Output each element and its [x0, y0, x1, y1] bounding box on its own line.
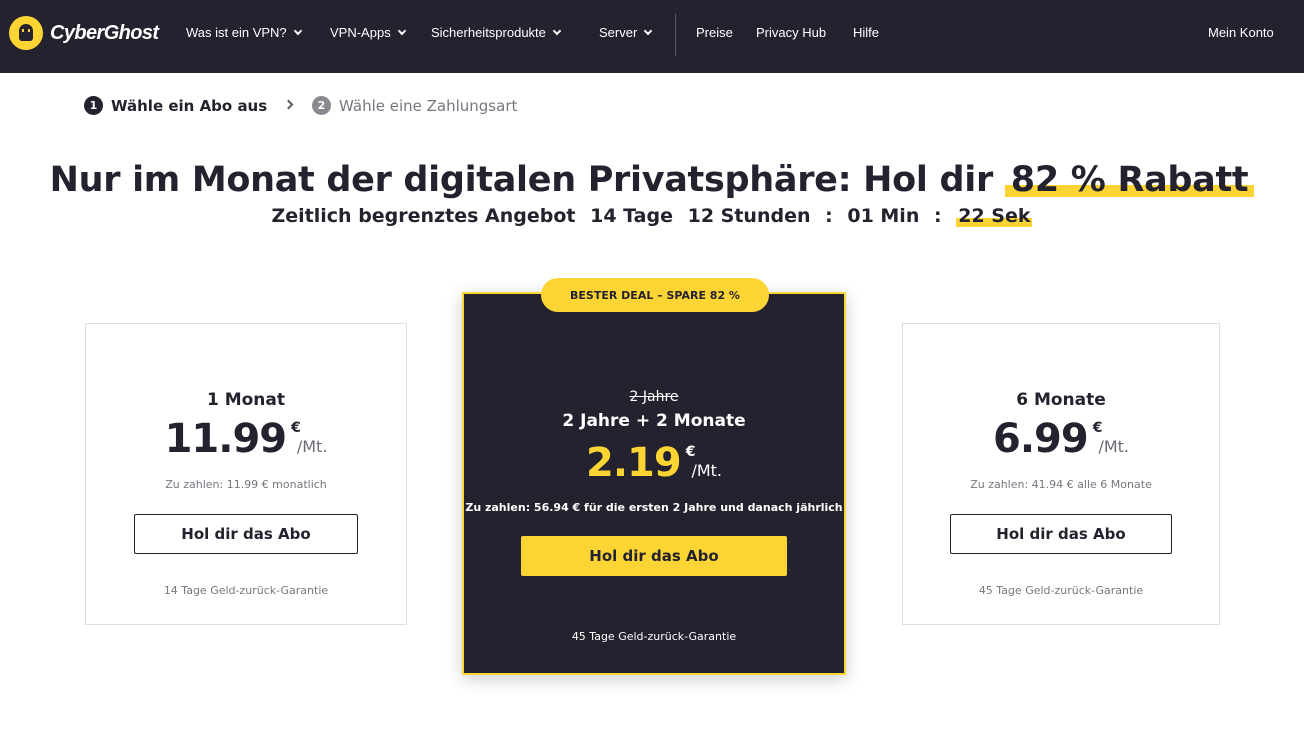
countdown-hours: 12 Stunden [687, 205, 811, 227]
pay-note: Zu zahlen: 11.99 € monatlich [165, 478, 327, 491]
countdown-separator: : [825, 205, 833, 227]
countdown-label: Zeitlich begrenztes Angebot [271, 205, 576, 227]
nav-item-security-products[interactable]: Sicherheitsprodukte [431, 24, 562, 42]
nav-item-my-account[interactable]: Mein Konto [1208, 24, 1274, 42]
step-number: 2 [312, 96, 331, 115]
plan-name: 6 Monate [1016, 390, 1106, 410]
plan-price: 6.99 €/Mt. [903, 416, 1219, 462]
countdown-timer: Zeitlich begrenztes Angebot 14 Tage 12 S… [0, 205, 1304, 227]
nav-item-server[interactable]: Server [599, 24, 653, 42]
ghost-logo-icon [9, 16, 43, 50]
price-amount: 2.19 [585, 440, 682, 486]
nav-divider [675, 14, 676, 56]
chevron-down-icon [644, 26, 653, 36]
best-deal-badge: BESTER DEAL – SPARE 82 % [541, 278, 769, 312]
nav-item-prices[interactable]: Preise [696, 24, 733, 42]
price-amount: 11.99 [164, 416, 288, 462]
old-plan-name: 2 Jahre [629, 389, 679, 405]
get-plan-button[interactable]: Hol dir das Abo [950, 514, 1172, 554]
step-label: Wähle ein Abo aus [111, 96, 268, 115]
headline-discount: 82 % Rabatt [1004, 160, 1255, 200]
logo-text: CyberGhost [50, 21, 159, 44]
countdown-days: 14 Tage [590, 205, 673, 227]
headline-text: Nur im Monat der digitalen Privatsphäre:… [49, 160, 994, 200]
plan-card-6-months: 6 Monate 6.99 €/Mt. Zu zahlen: 41.94 € al… [902, 323, 1220, 625]
step-number: 1 [84, 96, 103, 115]
plan-card-1-month: 1 Monat 11.99 €/Mt. Zu zahlen: 11.99 € mo… [85, 323, 407, 625]
step-choose-plan: 1 Wähle ein Abo aus [84, 96, 267, 115]
money-back-guarantee: 14 Tage Geld-zurück-Garantie [163, 584, 329, 597]
top-navigation: CyberGhost Was ist ein VPN? VPN-Apps Sic… [0, 0, 1304, 73]
money-back-guarantee: 45 Tage Geld-zurück-Garantie [978, 584, 1144, 597]
price-period: /Mt. [691, 461, 722, 480]
nav-item-label: VPN-Apps [330, 25, 391, 40]
get-plan-button[interactable]: Hol dir das Abo [134, 514, 358, 554]
countdown-separator: : [933, 205, 942, 227]
nav-item-label: Was ist ein VPN? [186, 25, 287, 40]
nav-item-privacy-hub[interactable]: Privacy Hub [756, 24, 826, 42]
countdown-seconds: 22 Sek [956, 205, 1033, 227]
price-period: /Mt. [1098, 437, 1129, 456]
chevron-down-icon [397, 26, 406, 36]
plan-name: 2 Jahre + 2 Monate [562, 411, 746, 431]
plan-name: 1 Monat [206, 390, 286, 410]
price-currency: € [685, 444, 696, 460]
plan-price: 11.99 €/Mt. [86, 416, 406, 462]
price-currency: € [1092, 420, 1103, 436]
step-label: Wähle eine Zahlungsart [339, 96, 518, 115]
price-currency: € [291, 420, 301, 436]
get-plan-button[interactable]: Hol dir das Abo [521, 536, 787, 576]
countdown-minutes: 01 Min [847, 205, 920, 227]
chevron-right-icon [283, 99, 294, 110]
nav-item-vpn-apps[interactable]: VPN-Apps [330, 24, 406, 42]
nav-item-what-is-vpn[interactable]: Was ist ein VPN? [186, 24, 302, 42]
nav-item-help[interactable]: Hilfe [853, 24, 879, 42]
money-back-guarantee: 45 Tage Geld-zurück-Garantie [571, 630, 737, 643]
pay-note: Zu zahlen: 41.94 € alle 6 Monate [970, 478, 1152, 491]
pay-note: Zu zahlen: 56.94 € für die ersten 2 Jahr… [465, 501, 843, 514]
nav-item-label: Sicherheitsprodukte [431, 25, 546, 40]
plan-price: 2.19 €/Mt. [464, 440, 844, 486]
chevron-down-icon [293, 26, 302, 36]
page-headline: Nur im Monat der digitalen Privatsphäre:… [0, 160, 1304, 200]
cyberghost-logo[interactable]: CyberGhost [9, 15, 159, 51]
price-period: /Mt. [296, 437, 328, 456]
nav-item-label: Server [599, 25, 638, 40]
chevron-down-icon [552, 26, 562, 36]
plan-card-2-years: BESTER DEAL – SPARE 82 % 2 Jahre 2 Jahre… [462, 278, 846, 675]
step-choose-payment: 2 Wähle eine Zahlungsart [312, 96, 517, 115]
price-amount: 6.99 [992, 416, 1089, 462]
